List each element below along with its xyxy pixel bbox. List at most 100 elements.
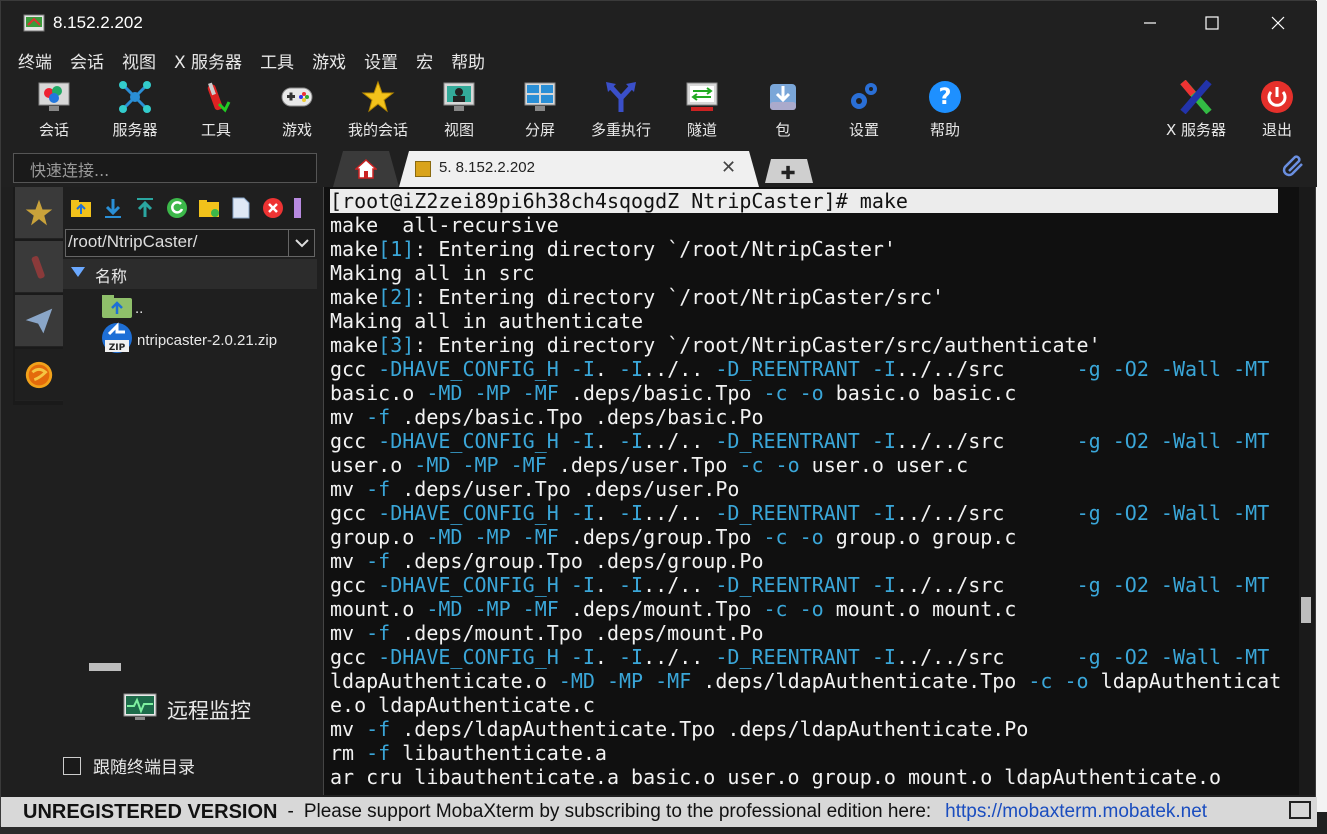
new-tab-button[interactable]: ✚	[765, 159, 813, 183]
list-item[interactable]: ZIP ntripcaster-2.0.21.zip	[101, 322, 277, 357]
power-icon	[1259, 79, 1295, 115]
scrollbar-thumb[interactable]	[89, 663, 121, 671]
tab-home[interactable]	[333, 151, 399, 187]
sftp-path-input[interactable]: /root/NtripCaster/	[65, 229, 315, 257]
scrollbar-thumb[interactable]	[1301, 597, 1311, 623]
mobatek-link[interactable]: https://mobaxterm.mobatek.net	[945, 801, 1207, 823]
title-bar[interactable]: 8.152.2.202	[1, 1, 1317, 45]
maximize-button[interactable]	[1181, 1, 1243, 45]
parent-folder-icon[interactable]	[69, 196, 93, 220]
terminal-text: .	[594, 645, 620, 669]
minimize-button[interactable]	[1119, 1, 1181, 45]
terminal-output[interactable]: [root@iZ2zei89pi6h38ch4sqogdZ NtripCaste…	[330, 189, 1280, 789]
remote-monitoring-button[interactable]: 远程监控	[123, 693, 251, 726]
refresh-icon[interactable]	[165, 196, 189, 220]
monitoring-icon	[123, 693, 157, 726]
terminal-text: ../..	[643, 645, 716, 669]
terminal-line: make[2]: Entering directory `/root/Ntrip…	[330, 285, 1280, 309]
toolbar-xserver-button[interactable]: X 服务器	[1156, 79, 1236, 143]
paperclip-icon[interactable]	[1281, 153, 1307, 183]
toolbar-multiexec-button[interactable]: 多重执行	[581, 79, 661, 143]
terminal-text: gcc	[330, 645, 379, 669]
checkbox[interactable]	[63, 756, 81, 775]
menu-games[interactable]: 游戏	[303, 48, 355, 73]
terminal-text: .deps/basic.Tpo	[558, 381, 764, 405]
toolbar-split-button[interactable]: 分屏	[500, 79, 580, 143]
tab-close-icon[interactable]: ✕	[721, 157, 736, 178]
menu-terminal[interactable]: 终端	[9, 48, 61, 73]
terminal-text: -D_REENTRANT -I	[715, 429, 896, 453]
list-item[interactable]: ..	[101, 291, 143, 325]
menu-sessions[interactable]: 会话	[61, 48, 113, 73]
terminal-text: ../..	[643, 501, 716, 525]
toolbar-help-button[interactable]: ? 帮助	[905, 79, 985, 143]
sftp-horizontal-scrollbar[interactable]	[89, 661, 289, 671]
terminal-text: mv	[330, 405, 367, 429]
menu-view[interactable]: 视图	[113, 48, 165, 73]
terminal-text: -f	[366, 717, 391, 741]
sidebar-tab-sessions[interactable]	[15, 187, 63, 239]
toolbar-games-button[interactable]: 游戏	[257, 79, 337, 143]
home-icon	[355, 159, 377, 179]
quick-connect-input[interactable]: 快速连接...	[13, 153, 317, 183]
terminal-line: make[3]: Entering directory `/root/Ntrip…	[330, 333, 1280, 357]
toolbar-tools-button[interactable]: 工具	[176, 79, 256, 143]
terminal-text: make all-recursive	[330, 213, 559, 237]
mobaxterm-window: 8.152.2.202 终端 会话 视图 X 服务器 工具 游戏 设置 宏 帮助…	[0, 0, 1317, 827]
app-logo-icon	[23, 12, 45, 34]
rename-icon[interactable]	[293, 196, 301, 220]
download-icon[interactable]	[101, 196, 125, 220]
toolbar-my-sessions-button[interactable]: 我的会话	[338, 79, 418, 143]
close-window-button[interactable]	[1247, 1, 1309, 45]
star-icon	[25, 199, 53, 225]
toolbar-settings-button[interactable]: 设置	[824, 79, 904, 143]
terminal-text: .deps/ldapAuthenticate.Tpo .deps/ldapAut…	[390, 717, 1029, 741]
menu-tools[interactable]: 工具	[251, 48, 303, 73]
toolbar-tunneling-button[interactable]: 隧道	[662, 79, 742, 143]
menu-help[interactable]: 帮助	[442, 48, 494, 73]
toolbar-servers-button[interactable]: 服务器	[95, 79, 175, 143]
toolbar-exit-button[interactable]: 退出	[1237, 79, 1317, 143]
chevron-down-icon[interactable]	[288, 230, 314, 256]
sftp-path-text: /root/NtripCaster/	[68, 232, 198, 251]
toolbar-packages-button[interactable]: 包	[743, 79, 823, 143]
terminal-text: -f	[366, 477, 391, 501]
new-file-icon[interactable]	[229, 196, 253, 220]
menu-macros[interactable]: 宏	[407, 48, 442, 73]
sidebar-tab-macros[interactable]	[15, 295, 63, 347]
terminal-text: mount.o mount.c	[823, 597, 1017, 621]
tab-session[interactable]: 5. 8.152.2.202 ✕	[399, 151, 759, 187]
sftp-column-header-name[interactable]: 名称	[63, 259, 317, 289]
xserver-icon	[1178, 79, 1214, 115]
terminal-scrollbar[interactable]	[1299, 187, 1315, 795]
new-folder-icon[interactable]	[197, 196, 221, 220]
toolbar-session-button[interactable]: 会话	[14, 79, 94, 143]
terminal-line: mv -f .deps/group.Tpo .deps/group.Po	[330, 549, 1280, 573]
sidebar-tab-sftp[interactable]	[15, 349, 63, 401]
follow-terminal-folder-checkbox[interactable]: 跟随终端目录	[63, 753, 195, 778]
delete-icon[interactable]	[261, 196, 285, 220]
terminal-text: make	[330, 333, 379, 357]
terminal-text: [1]	[378, 237, 415, 261]
toolbar-label: 分屏	[524, 121, 555, 139]
terminal-line: gcc -DHAVE_CONFIG_H -I. -I../.. -D_REENT…	[330, 429, 1280, 453]
screen-icon[interactable]	[1289, 801, 1311, 819]
sidebar-tab-tools[interactable]	[15, 241, 63, 293]
menu-settings[interactable]: 设置	[355, 48, 407, 73]
terminal-panel[interactable]: [root@iZ2zei89pi6h38ch4sqogdZ NtripCaste…	[323, 187, 1303, 795]
upload-icon[interactable]	[133, 196, 157, 220]
terminal-text: -I	[619, 573, 644, 597]
terminal-text: mv	[330, 621, 367, 645]
terminal-text: -D_REENTRANT -I	[715, 645, 896, 669]
terminal-text: ../../src	[895, 357, 1077, 381]
toolbar-view-button[interactable]: 视图	[419, 79, 499, 143]
tools-knife-icon	[198, 79, 234, 115]
terminal-text: gcc	[330, 501, 379, 525]
toolbar-label: X 服务器	[1165, 121, 1227, 139]
terminal-line: user.o -MD -MP -MF .deps/user.Tpo -c -o …	[330, 453, 1280, 477]
terminal-text: .	[594, 357, 620, 381]
toolbar-label: 视图	[443, 121, 474, 139]
toolbar-label: 包	[775, 121, 791, 139]
menu-xserver[interactable]: X 服务器	[165, 48, 251, 73]
terminal-text: -f	[366, 549, 391, 573]
